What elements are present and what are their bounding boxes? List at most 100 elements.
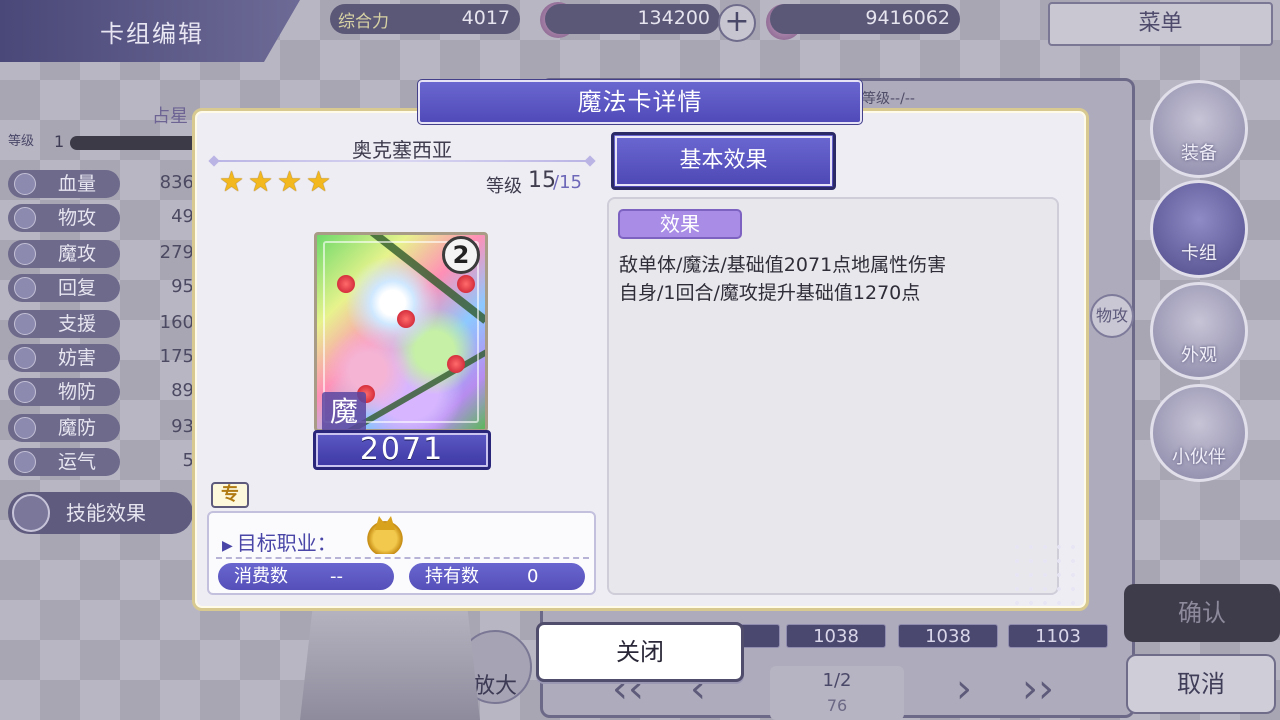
attribute-icon — [14, 243, 36, 265]
last-page-icon[interactable]: ›› — [1022, 666, 1054, 712]
attribute-label: 运气 — [58, 451, 97, 473]
attribute-row: 支援 160 — [8, 310, 198, 338]
attack-tag: 物攻 — [1090, 294, 1134, 338]
attribute-value: 836 — [159, 172, 194, 193]
character-level-value: 1 — [54, 132, 65, 151]
cancel-button[interactable]: 取消 — [1126, 654, 1276, 714]
consume-value: -- — [330, 566, 343, 587]
own-value: 0 — [527, 566, 539, 587]
attribute-pill: 支援 — [8, 310, 120, 338]
attribute-value: 49 — [171, 206, 194, 227]
nav-partner-label: 小伙伴 — [1172, 447, 1226, 468]
attribute-row: 妨害 175 — [8, 344, 198, 372]
currency2-stat: 9416062 — [770, 4, 960, 34]
nav-partner[interactable]: 小伙伴 — [1150, 384, 1248, 482]
nav-deck-label: 卡组 — [1181, 243, 1217, 264]
card-level-label: 等级 — [486, 176, 522, 197]
attribute-label: 魔防 — [58, 417, 97, 439]
attribute-label: 物防 — [58, 381, 97, 403]
target-job-row: ▶ 目标职业： — [222, 527, 337, 556]
card-name: 奥克塞西亚 — [352, 138, 452, 162]
confirm-button[interactable]: 确认 — [1124, 584, 1280, 642]
card-count: 1038 — [898, 624, 998, 648]
attribute-pill: 物攻 — [8, 204, 120, 232]
character-level-label: 等级 — [8, 134, 35, 149]
attribute-icon — [14, 313, 36, 335]
nav-appearance[interactable]: 外观 — [1150, 282, 1248, 380]
dashed-divider — [216, 557, 589, 559]
attribute-label: 魔攻 — [58, 243, 97, 265]
attribute-pill: 魔攻 — [8, 240, 120, 268]
name-divider — [214, 160, 590, 162]
power-value: 4017 — [461, 7, 510, 29]
character-job: 占星 — [152, 106, 188, 127]
menu-button[interactable]: 菜单 — [1048, 2, 1273, 46]
close-button[interactable]: 关闭 — [536, 622, 744, 682]
astrologer-job-icon — [367, 516, 403, 554]
attribute-icon — [14, 173, 36, 195]
attribute-pill: 回复 — [8, 274, 120, 302]
dialog-title: 魔法卡详情 — [417, 79, 863, 125]
triangle-right-icon: ▶ — [222, 538, 233, 554]
next-page-icon[interactable]: › — [956, 666, 972, 712]
card-cost: 2 — [442, 236, 480, 274]
screen-title: 卡组编辑 — [100, 20, 204, 48]
power-stat: 综合力 4017 — [330, 4, 520, 34]
target-job-label: 目标职业： — [236, 531, 337, 555]
attribute-value: 95 — [171, 276, 194, 297]
consume-label: 消费数 — [234, 566, 288, 587]
own-count: 持有数 0 — [409, 563, 585, 590]
attribute-label: 妨害 — [58, 347, 97, 369]
effect-line: 敌单体/魔法/基础值2071点地属性伤害 — [619, 254, 947, 276]
exclusive-badge: 专 — [211, 482, 249, 508]
card-level-current: 15 — [528, 168, 556, 193]
magnifier-icon — [12, 494, 50, 532]
nav-deck[interactable]: 卡组 — [1150, 180, 1248, 278]
attribute-pill: 魔防 — [8, 414, 120, 442]
level-bar — [70, 136, 200, 150]
page-count: 76 — [826, 696, 848, 715]
page-current: 1/2 — [822, 670, 852, 691]
attribute-value: 175 — [159, 346, 194, 367]
attribute-row: 魔防 93 — [8, 414, 198, 442]
star-icon: ★ — [306, 165, 332, 198]
add-currency-button[interactable]: + — [718, 4, 756, 42]
attribute-pill: 运气 — [8, 448, 120, 476]
nav-equip[interactable]: 装备 — [1150, 80, 1248, 178]
attribute-icon — [14, 347, 36, 369]
star-icon: ★ — [248, 165, 274, 198]
attribute-icon — [14, 207, 36, 229]
card-level-max: /15 — [553, 172, 582, 193]
nav-appearance-label: 外观 — [1181, 345, 1217, 366]
effect-tag: 效果 — [618, 209, 742, 239]
attribute-pill: 血量 — [8, 170, 120, 198]
star-rating: ★ ★ ★ ★ — [219, 168, 334, 196]
nav-equip-label: 装备 — [1181, 143, 1217, 164]
attribute-value: 89 — [171, 380, 194, 401]
card-value: 2071 — [313, 430, 491, 470]
page-indicator: 1/2 76 — [770, 666, 904, 720]
sparkle-decoration — [1010, 540, 1080, 610]
attribute-row: 血量 836 — [8, 170, 198, 198]
attribute-icon — [14, 451, 36, 473]
attribute-row: 运气 5 — [8, 448, 198, 476]
attribute-label: 回复 — [58, 277, 97, 299]
attribute-pill: 妨害 — [8, 344, 120, 372]
attribute-label: 支援 — [58, 313, 97, 335]
tab-basic-effect[interactable]: 基本效果 — [611, 132, 836, 190]
star-icon: ★ — [277, 165, 303, 198]
skill-effect-label: 技能效果 — [66, 501, 146, 525]
card-count: 1103 — [1008, 624, 1108, 648]
right-level-text: 等级--/-- — [862, 91, 915, 107]
currency1-stat: 134200 — [545, 4, 720, 34]
card-count: 1038 — [786, 624, 886, 648]
skill-effect-button[interactable]: 技能效果 — [8, 492, 193, 534]
attribute-icon — [14, 277, 36, 299]
attribute-row: 物防 89 — [8, 378, 198, 406]
attribute-value: 93 — [171, 416, 194, 437]
attribute-icon — [14, 381, 36, 403]
attribute-label: 物攻 — [58, 207, 97, 229]
attribute-value: 279 — [159, 242, 194, 263]
currency1-value: 134200 — [637, 7, 710, 29]
attribute-row: 魔攻 279 — [8, 240, 198, 268]
